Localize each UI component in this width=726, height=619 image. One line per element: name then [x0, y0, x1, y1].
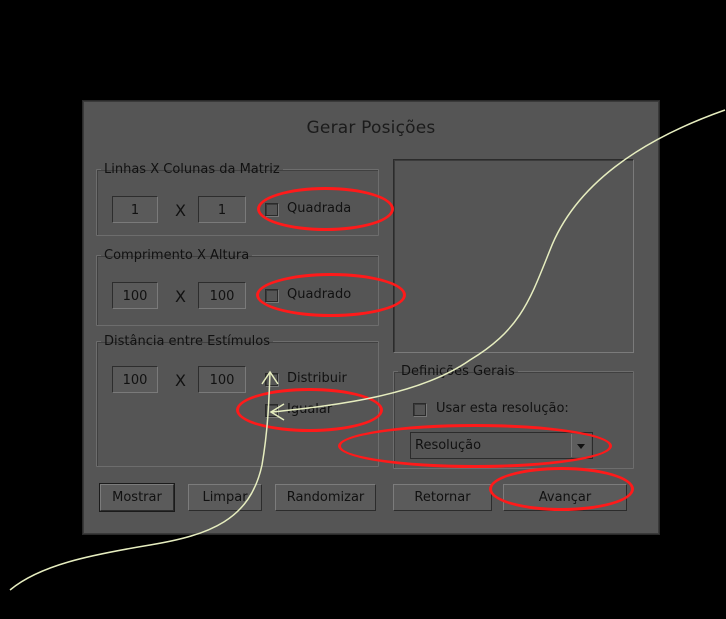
width-input[interactable]: 100 [112, 282, 158, 309]
size-group-legend: Comprimento X Altura [104, 248, 250, 263]
clear-button[interactable]: Limpar [188, 484, 262, 511]
distance-group-legend: Distância entre Estímulos [104, 334, 271, 349]
matrix-rows-input[interactable]: 1 [112, 196, 158, 223]
quadrado-label: Quadrado [287, 287, 352, 302]
igualar-label: Igualar [287, 402, 333, 417]
matrix-group-legend: Linhas X Colunas da Matriz [104, 162, 280, 177]
distribuir-checkbox[interactable] [265, 373, 278, 386]
quadrado-checkbox[interactable] [265, 289, 278, 302]
height-input[interactable]: 100 [198, 282, 246, 309]
matrix-x-label: X [175, 201, 186, 220]
dialog-title: Gerar Posições [306, 118, 436, 138]
distance-x-label: X [175, 371, 186, 390]
matrix-cols-input[interactable]: 1 [198, 196, 246, 223]
distance-h-input[interactable]: 100 [112, 366, 158, 393]
back-button[interactable]: Retornar [393, 484, 492, 511]
distribuir-label: Distribuir [287, 371, 347, 386]
chevron-down-icon[interactable] [571, 434, 591, 457]
distance-group: Distância entre Estímulos [96, 334, 379, 467]
resolution-selected: Resolução [415, 438, 482, 453]
next-button[interactable]: Avançar [503, 484, 627, 511]
use-resolution-checkbox[interactable] [413, 403, 426, 416]
randomize-button[interactable]: Randomizar [275, 484, 376, 511]
gerar-posicoes-dialog: Gerar Posições Linhas X Colunas da Matri… [83, 101, 659, 534]
general-group-legend: Definições Gerais [401, 364, 515, 379]
resolution-combobox[interactable]: Resolução [410, 432, 593, 459]
positions-listbox[interactable] [393, 159, 634, 353]
size-x-label: X [175, 287, 186, 306]
quadrada-label: Quadrada [287, 201, 352, 216]
quadrada-checkbox[interactable] [265, 203, 278, 216]
igualar-checkbox[interactable] [265, 404, 278, 417]
use-resolution-label: Usar esta resolução: [436, 401, 569, 416]
show-button[interactable]: Mostrar [100, 484, 174, 511]
distance-v-input[interactable]: 100 [198, 366, 246, 393]
